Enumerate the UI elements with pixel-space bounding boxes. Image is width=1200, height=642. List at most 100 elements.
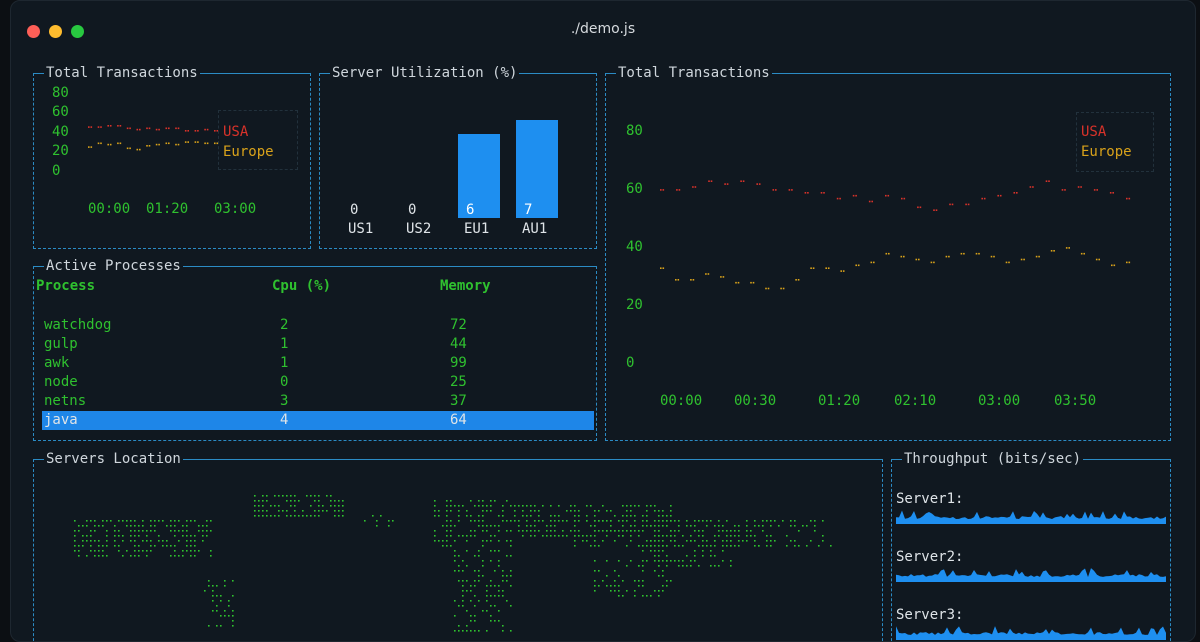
data-point: [690, 279, 692, 281]
map-dot: [114, 525, 116, 527]
map-dot: [334, 515, 336, 517]
map-dot: [462, 630, 464, 632]
data-point: [903, 255, 905, 258]
server-label: Server1:: [896, 491, 964, 507]
table-row-selected[interactable]: java 4 64: [42, 411, 594, 430]
map-dot: [746, 540, 748, 542]
map-dot: [658, 575, 660, 577]
map-dot: [498, 610, 500, 612]
map-dot: [594, 545, 596, 547]
column-header-cpu[interactable]: Cpu (%): [272, 277, 331, 295]
map-dot: [638, 580, 640, 582]
map-dot: [538, 530, 540, 532]
data-point: [1029, 186, 1032, 188]
map-dot: [194, 555, 196, 557]
map-dot: [478, 550, 480, 552]
map-dot: [550, 515, 552, 517]
data-point: [139, 128, 141, 131]
map-dot: [690, 540, 692, 542]
map-dot: [470, 615, 472, 617]
map-dot: [286, 510, 288, 512]
map-dot: [794, 545, 796, 547]
map-dot: [388, 520, 390, 522]
table-row[interactable]: node 0 25: [34, 373, 596, 392]
data-point: [677, 279, 680, 281]
map-dot: [314, 515, 316, 517]
data-point: [705, 273, 707, 275]
map-dot: [686, 520, 688, 522]
x-tick: 02:10: [894, 393, 937, 409]
map-dot: [150, 525, 152, 527]
data-point: [136, 128, 139, 131]
map-dot: [606, 585, 608, 587]
column-header-memory[interactable]: Memory: [440, 277, 491, 295]
map-dot: [518, 505, 520, 507]
map-dot: [98, 540, 100, 542]
data-point: [214, 142, 216, 145]
map-dot: [694, 550, 696, 552]
data-point: [126, 147, 129, 150]
map-dot: [758, 545, 760, 547]
map-dot: [590, 545, 592, 547]
map-dot: [790, 525, 792, 527]
map-dot: [510, 630, 512, 632]
map-dot: [646, 545, 648, 547]
map-dot: [630, 540, 632, 542]
map-dot: [546, 535, 548, 537]
map-dot: [74, 530, 76, 532]
map-dot: [478, 520, 480, 522]
map-dot: [298, 500, 300, 502]
map-dot: [130, 540, 132, 542]
map-dot: [270, 505, 272, 507]
map-dot: [702, 530, 704, 532]
map-dot: [388, 525, 390, 527]
map-dot: [654, 505, 656, 507]
map-dot: [658, 550, 660, 552]
map-dot: [690, 525, 692, 527]
map-dot: [446, 500, 448, 502]
map-dot: [138, 550, 140, 552]
map-dot: [638, 545, 640, 547]
table-row[interactable]: watchdog 2 72: [34, 316, 596, 335]
data-point: [758, 183, 761, 185]
data-point: [88, 146, 90, 148]
map-dot: [466, 535, 468, 537]
map-dot: [182, 550, 184, 552]
data-point: [1048, 180, 1050, 182]
map-dot: [462, 535, 464, 537]
map-dot: [494, 605, 496, 607]
table-row[interactable]: gulp 1 44: [34, 335, 596, 354]
map-dot: [530, 510, 532, 512]
map-dot: [462, 505, 464, 507]
data-point: [119, 125, 122, 127]
map-dot: [334, 510, 336, 512]
map-dot: [626, 515, 628, 517]
data-point: [960, 252, 963, 255]
map-dot: [694, 555, 696, 557]
title-bar[interactable]: ./demo.js: [11, 1, 1195, 57]
map-dot: [478, 570, 480, 572]
map-dot: [498, 585, 500, 587]
map-dot: [482, 530, 484, 532]
map-dot: [510, 575, 512, 577]
map-dot: [510, 570, 512, 572]
map-dot: [454, 560, 456, 562]
map-dot: [614, 540, 616, 542]
table-row[interactable]: awk 1 99: [34, 354, 596, 373]
map-dot: [690, 565, 692, 567]
map-dot: [114, 530, 116, 532]
table-row[interactable]: netns 3 37: [34, 392, 596, 411]
data-point: [750, 281, 752, 284]
map-dot: [674, 535, 676, 537]
map-dot: [474, 505, 476, 507]
column-header-process[interactable]: Process: [36, 277, 95, 295]
map-dot: [650, 540, 652, 542]
data-point: [1093, 189, 1096, 191]
map-dot: [98, 555, 100, 557]
map-dot: [94, 550, 96, 552]
map-dot: [490, 585, 492, 587]
map-dot: [798, 545, 800, 547]
map-dot: [674, 545, 676, 547]
map-dot: [254, 500, 256, 502]
data-point: [197, 130, 199, 132]
